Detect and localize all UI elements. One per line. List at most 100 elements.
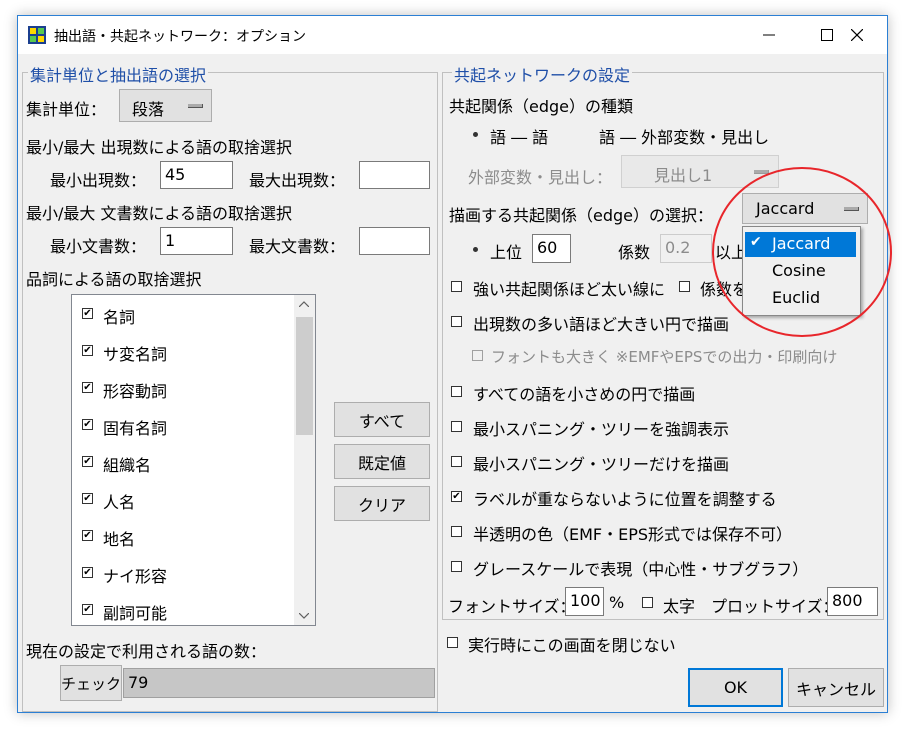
- list-item[interactable]: ✔ 副詞可能: [72, 595, 292, 625]
- edge-select-label: 描画する共起関係（edge）の選択：: [449, 206, 714, 225]
- cancel-button[interactable]: キャンセル: [788, 668, 884, 707]
- coef-partial-checkbox[interactable]: [679, 281, 690, 292]
- max-freq-label: 最大出現数：: [249, 171, 346, 190]
- min-doc-input[interactable]: 1: [160, 227, 233, 255]
- min-freq-input[interactable]: 45: [160, 161, 233, 189]
- select-all-button[interactable]: すべて: [334, 402, 430, 437]
- no-overlap-checkbox[interactable]: ✔: [451, 491, 462, 502]
- pos-checkbox[interactable]: ✔: [82, 493, 93, 504]
- font-larger-label[interactable]: フォントも大きく ※EMFやEPSでの出力・印刷向け: [491, 346, 837, 367]
- pos-checkbox[interactable]: ✔: [82, 530, 93, 541]
- word-count-label: 現在の設定で利用される語の数：: [26, 642, 267, 661]
- plot-size-input[interactable]: 800: [827, 587, 878, 616]
- keep-open-checkbox[interactable]: [447, 637, 458, 648]
- list-item[interactable]: ✔ 地名: [72, 521, 292, 551]
- close-button[interactable]: [828, 16, 886, 54]
- pos-heading: 品詞による語の取捨選択: [26, 270, 202, 289]
- max-doc-label: 最大文書数：: [249, 237, 346, 256]
- word-count-value: 79: [123, 668, 435, 698]
- grayscale-label[interactable]: グレースケールで表現（中心性・サブグラフ）: [473, 556, 808, 580]
- pos-label: 組織名: [103, 456, 152, 475]
- grayscale-checkbox[interactable]: [451, 561, 462, 572]
- minimize-button[interactable]: [740, 16, 798, 54]
- radio-top[interactable]: [469, 243, 481, 255]
- max-doc-input[interactable]: [359, 227, 430, 255]
- external-label: 外部変数・見出し：: [468, 168, 613, 187]
- default-button[interactable]: 既定値: [334, 444, 430, 479]
- coef-label: 係数: [618, 243, 651, 262]
- translucent-label[interactable]: 半透明の色（EMF・EPS形式では保存不可）: [473, 521, 792, 545]
- external-select-value: 見出し1: [654, 166, 713, 185]
- pos-checkbox[interactable]: ✔: [82, 345, 93, 356]
- font-size-unit: %: [609, 593, 625, 612]
- pos-checkbox[interactable]: ✔: [82, 382, 93, 393]
- pos-label: 副詞可能: [103, 604, 168, 623]
- pos-label: ナイ形容: [103, 567, 168, 586]
- list-item[interactable]: ✔ 名詞: [72, 299, 292, 329]
- window-title: 抽出語・共起ネットワーク：オプション: [54, 29, 306, 45]
- pos-checkbox[interactable]: ✔: [82, 456, 93, 467]
- pos-label: 地名: [103, 530, 136, 549]
- scroll-thumb[interactable]: [296, 317, 313, 435]
- mst-emphasis-label[interactable]: 最小スパニング・ツリーを強調表示: [473, 416, 729, 440]
- strong-thick-label[interactable]: 強い共起関係ほど太い線に: [473, 276, 665, 300]
- pos-label: 人名: [103, 493, 136, 512]
- keep-open-label[interactable]: 実行時にこの画面を閉じない: [468, 632, 676, 656]
- mst-only-label[interactable]: 最小スパニング・ツリーだけを描画: [473, 451, 729, 475]
- plot-size-label: プロットサイズ：: [711, 597, 839, 616]
- pos-label: 名詞: [103, 308, 136, 327]
- bold-label[interactable]: 太字: [663, 593, 695, 617]
- radio-coef[interactable]: [597, 243, 609, 255]
- mst-emphasis-checkbox[interactable]: [451, 421, 462, 432]
- list-item[interactable]: ✔ 固有名詞: [72, 410, 292, 440]
- all-small-checkbox[interactable]: [451, 386, 462, 397]
- font-size-input[interactable]: 100: [565, 587, 604, 616]
- min-freq-label: 最小出現数：: [50, 171, 147, 190]
- strong-thick-checkbox[interactable]: [451, 281, 462, 292]
- list-item[interactable]: ✔ 組織名: [72, 447, 292, 477]
- unit-select[interactable]: 段落: [119, 89, 212, 122]
- radio-word-external[interactable]: [576, 128, 588, 140]
- ok-button[interactable]: OK: [688, 668, 783, 707]
- font-size-label: フォントサイズ：: [448, 597, 576, 616]
- freq-larger-label[interactable]: 出現数の多い語ほど大きい円で描画: [473, 311, 729, 335]
- no-overlap-label[interactable]: ラベルが重ならないように位置を調整する: [473, 486, 777, 510]
- check-button[interactable]: チェック: [60, 665, 122, 701]
- title-bar[interactable]: 抽出語・共起ネットワーク：オプション: [18, 16, 887, 54]
- all-small-label[interactable]: すべての語を小さめの円で描画: [473, 381, 695, 405]
- pos-label: 形容動詞: [103, 382, 168, 401]
- radio-word-word[interactable]: [469, 128, 481, 140]
- pos-checkbox[interactable]: ✔: [82, 604, 93, 615]
- radio-word-external-label[interactable]: 語 ― 外部変数・見出し: [599, 124, 769, 148]
- pos-checkbox[interactable]: ✔: [82, 567, 93, 578]
- top-label: 上位: [490, 243, 523, 262]
- freq-larger-checkbox[interactable]: [451, 316, 462, 327]
- list-item[interactable]: ✔ ナイ形容: [72, 558, 292, 588]
- list-item[interactable]: ✔ 人名: [72, 484, 292, 514]
- pos-checkbox[interactable]: ✔: [82, 419, 93, 430]
- pos-checkbox[interactable]: ✔: [82, 308, 93, 319]
- coef-input[interactable]: 0.2: [660, 234, 712, 263]
- pos-label: 固有名詞: [103, 419, 168, 438]
- pos-scrollbar[interactable]: [294, 295, 315, 625]
- pos-list: ✔ 名詞 ✔ サ変名詞 ✔ 形容動詞 ✔ 固有名詞 ✔ 組織名 ✔ 人名 ✔ 地名 ✔ ナイ形容 ✔ 副詞可能: [71, 294, 316, 626]
- bold-checkbox[interactable]: [642, 597, 653, 608]
- option-menu-icon: [188, 104, 203, 108]
- scroll-up-icon[interactable]: [299, 301, 309, 307]
- minimize-icon: [763, 34, 775, 36]
- unit-select-value: 段落: [132, 100, 165, 119]
- app-icon: [28, 26, 46, 44]
- translucent-checkbox[interactable]: [451, 526, 462, 537]
- mst-only-checkbox[interactable]: [451, 456, 462, 467]
- clear-button[interactable]: クリア: [334, 486, 430, 521]
- list-item[interactable]: ✔ サ変名詞: [72, 336, 292, 366]
- annotation-circle: [712, 167, 892, 337]
- font-larger-checkbox[interactable]: [472, 350, 483, 361]
- doc-heading: 最小/最大 文書数による語の取捨選択: [26, 204, 292, 223]
- list-item[interactable]: ✔ 形容動詞: [72, 373, 292, 403]
- top-input[interactable]: 60: [532, 234, 571, 263]
- radio-word-word-label[interactable]: 語 ― 語: [490, 124, 548, 148]
- max-freq-input[interactable]: [359, 161, 430, 189]
- scroll-down-icon[interactable]: [299, 613, 309, 619]
- freq-heading: 最小/最大 出現数による語の取捨選択: [26, 138, 292, 157]
